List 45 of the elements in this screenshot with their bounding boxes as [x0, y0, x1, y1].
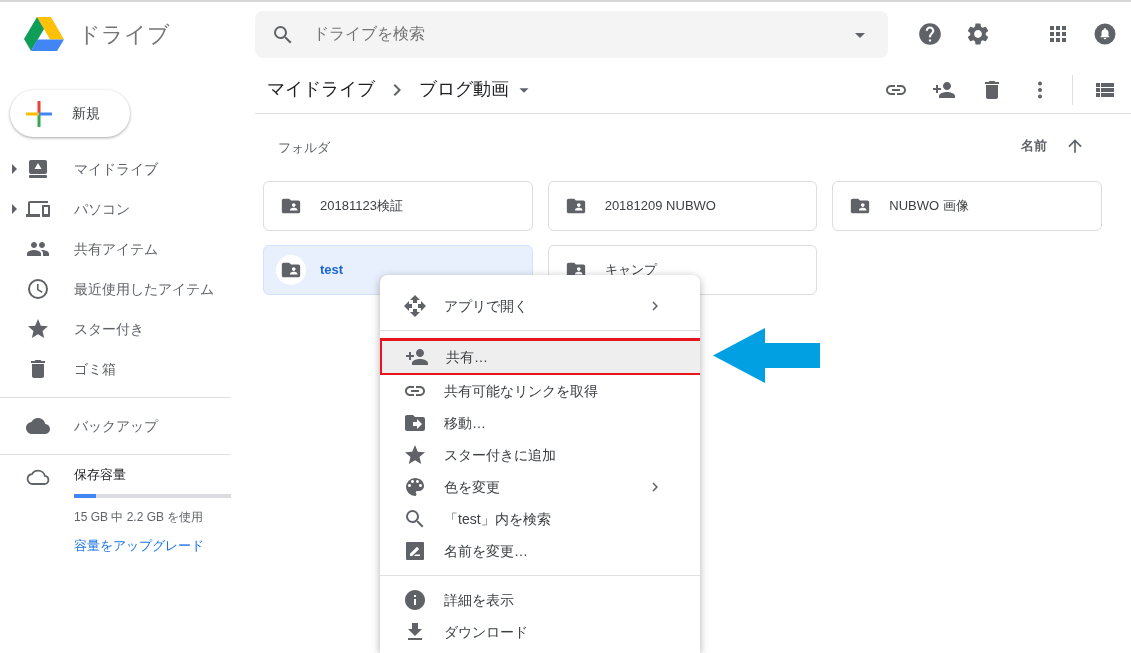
new-button[interactable]: 新規 — [10, 90, 130, 137]
sidebar-item[interactable]: バックアップ — [0, 406, 255, 446]
notifications-icon[interactable] — [1093, 22, 1117, 46]
help-icon[interactable] — [917, 21, 943, 47]
menu-item[interactable]: 「test」内を検索 — [380, 503, 700, 535]
star-icon — [403, 443, 427, 467]
storage-label: 保存容量 — [74, 466, 127, 484]
folder-card[interactable]: 20181123検証 — [263, 181, 533, 231]
plus-icon — [26, 100, 52, 127]
four-arrows-icon — [403, 294, 427, 318]
expand-arrow-icon[interactable] — [11, 204, 18, 214]
storage-usage-text: 15 GB 中 2.2 GB を使用 — [74, 509, 205, 526]
sidebar-item[interactable]: スター付き — [0, 309, 255, 349]
settings-icon[interactable] — [965, 21, 991, 47]
breadcrumb-link[interactable]: ブログ動画 — [417, 76, 511, 103]
palette-icon — [403, 475, 427, 499]
folder-card[interactable]: 20181209 NUBWO — [547, 181, 818, 231]
menu-item[interactable]: 名前を変更… — [380, 535, 700, 567]
menu-item[interactable]: アプリで開く — [380, 290, 700, 322]
sidebar-item[interactable]: 最近使用したアイテム — [0, 269, 255, 309]
menu-item[interactable]: ダウンロード — [380, 616, 700, 648]
sort-button[interactable]: 名前 — [1021, 136, 1047, 156]
menu-item[interactable]: スター付きに追加 — [380, 439, 700, 471]
drive-icon — [26, 157, 50, 181]
menu-item[interactable]: 共有… — [382, 341, 700, 373]
menu-item[interactable]: 移動… — [380, 407, 700, 439]
sidebar-item[interactable]: ゴミ箱 — [0, 349, 255, 389]
menu-item[interactable]: 詳細を表示 — [380, 584, 700, 616]
search-field[interactable]: ドライブを検索 — [255, 10, 888, 58]
sidebar-item[interactable]: マイドライブ — [0, 149, 255, 189]
clock-icon — [26, 277, 50, 301]
app-title: ドライブ — [78, 20, 170, 49]
sidebar-item[interactable]: 共有アイテム — [0, 229, 255, 269]
folder-card[interactable]: NUBWO 画像 — [832, 181, 1102, 231]
breadcrumb-link[interactable]: マイドライブ — [265, 76, 377, 103]
expand-arrow-icon[interactable] — [11, 164, 18, 174]
section-title: フォルダ — [278, 139, 331, 158]
star-icon — [26, 317, 50, 341]
upgrade-storage-link[interactable]: 容量をアップグレード — [74, 536, 231, 556]
info-icon — [403, 588, 427, 612]
drive-logo-icon — [24, 17, 64, 51]
menu-item[interactable]: 色を変更 — [380, 471, 700, 503]
sidebar-item[interactable]: パソコン — [0, 189, 255, 229]
pencil-square-icon — [403, 539, 427, 563]
menu-item[interactable]: 共有可能なリンクを取得 — [380, 375, 700, 407]
